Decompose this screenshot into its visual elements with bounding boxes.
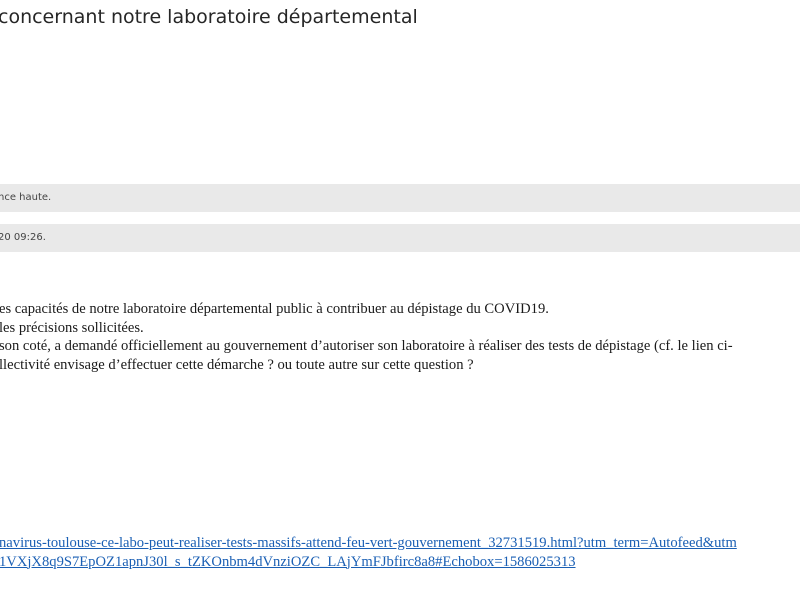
link-line-1[interactable]: navirus-toulouse-ce-labo-peut-realiser-t… [0,534,737,553]
body-line-3: son coté, a demandé officiellement au go… [0,338,733,354]
body-line-1: es capacités de notre laboratoire départ… [0,301,549,317]
link-line-2[interactable]: 1VXjX8q9S7EpOZ1apnJ30l_s_tZKOnbm4dVnziOZ… [0,553,737,572]
body-line-2: les précisions sollicitées. [0,319,144,336]
importance-notice-text: nce haute. [0,192,52,203]
body-line-4: llectivité envisage d’effectuer cette dé… [0,356,474,373]
sent-info-bar: 20 09:26. [0,224,800,252]
email-subject: concernant notre laboratoire département… [0,6,418,28]
email-link[interactable]: navirus-toulouse-ce-labo-peut-realiser-t… [0,534,737,571]
importance-info-bar: nce haute. [0,184,800,212]
email-body: es capacités de notre laboratoire départ… [0,300,800,374]
sent-notice-text: 20 09:26. [0,232,46,243]
